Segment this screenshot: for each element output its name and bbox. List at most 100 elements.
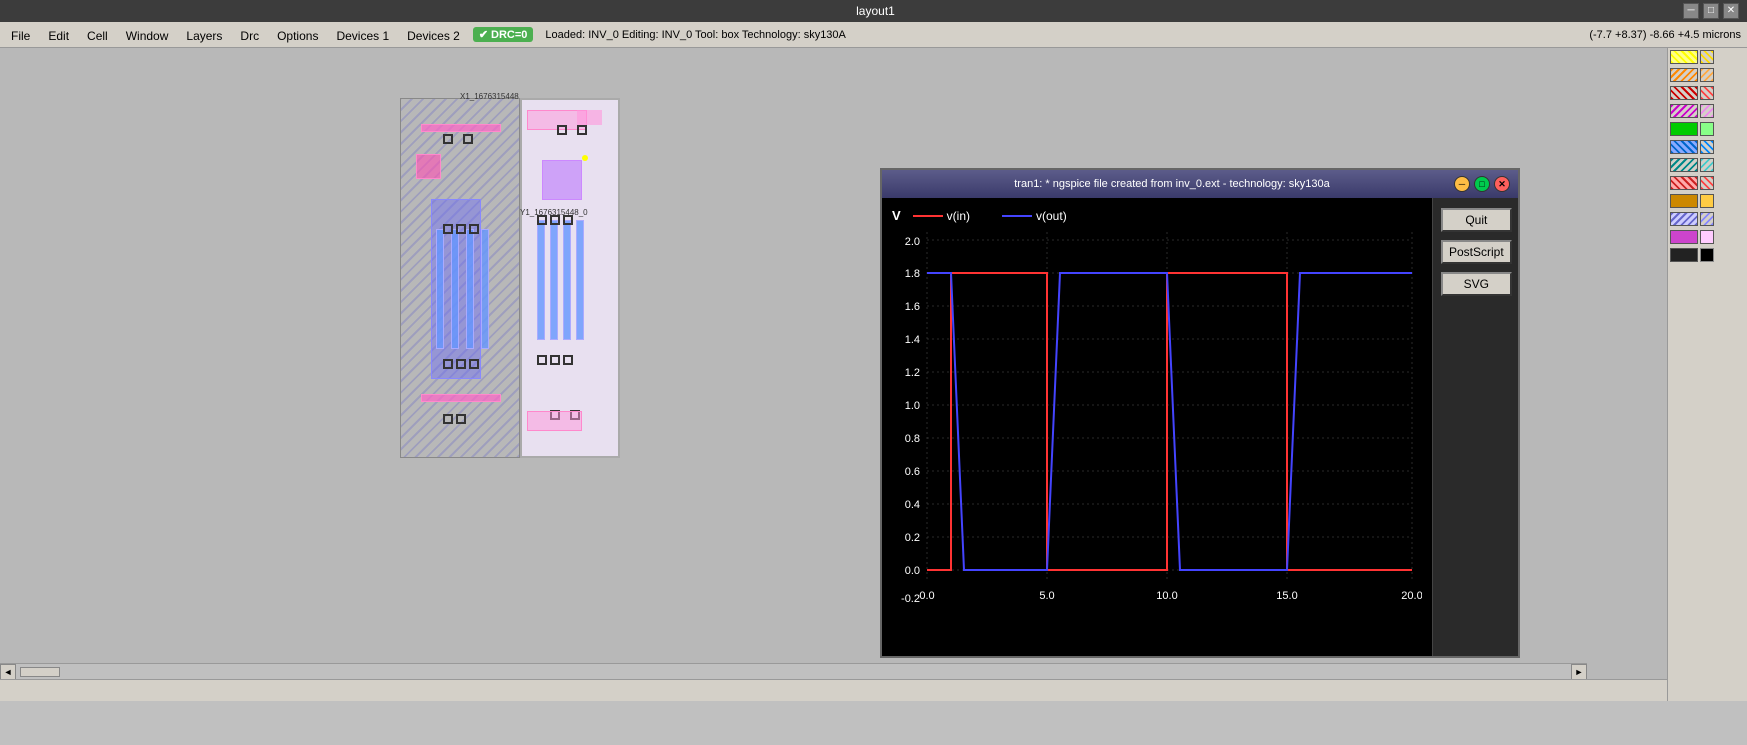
layer-swatch-11b[interactable] (1700, 230, 1714, 244)
plot-titlebar: tran1: * ngspice file created from inv_0… (882, 170, 1518, 198)
svg-button[interactable]: SVG (1441, 272, 1512, 296)
svg-text:1.4: 1.4 (905, 334, 920, 346)
window-controls: ─ □ ✕ (1683, 3, 1739, 19)
postscript-button[interactable]: PostScript (1441, 240, 1512, 264)
layer-row-1 (1670, 49, 1745, 65)
menu-options[interactable]: Options (268, 24, 327, 46)
svg-text:time: time (1112, 606, 1133, 607)
layer-swatch-7a[interactable] (1670, 158, 1698, 172)
layer-row-6 (1670, 139, 1745, 155)
svg-text:0.0: 0.0 (905, 565, 920, 577)
layer-swatch-9b[interactable] (1700, 194, 1714, 208)
plot-maximize-button[interactable]: □ (1474, 176, 1490, 192)
layer-swatch-11a[interactable] (1670, 230, 1698, 244)
main-area: X1_1676315448 Y1_1676315448_0 ◄ ► tran1:… (0, 48, 1747, 701)
layout-canvas[interactable]: X1_1676315448 Y1_1676315448_0 ◄ ► tran1:… (0, 48, 1667, 701)
svg-text:0.6: 0.6 (905, 466, 920, 478)
layer-swatch-2b[interactable] (1700, 68, 1714, 82)
layer-swatch-8a[interactable] (1670, 176, 1698, 190)
svg-text:15.0: 15.0 (1276, 590, 1297, 602)
layer-swatch-2a[interactable] (1670, 68, 1698, 82)
svg-text:2.0: 2.0 (905, 236, 920, 248)
coord-label-2: Y1_1676315448_0 (520, 208, 588, 217)
svg-text:0.8: 0.8 (905, 433, 920, 445)
quit-button[interactable]: Quit (1441, 208, 1512, 232)
drc-check-icon: ✔ (479, 28, 488, 41)
coord-label-1: X1_1676315448 (460, 92, 519, 101)
layer-row-10 (1670, 211, 1745, 227)
layer-swatch-10a[interactable] (1670, 212, 1698, 226)
menu-file[interactable]: File (2, 24, 39, 46)
close-button[interactable]: ✕ (1723, 3, 1739, 19)
scroll-thumb[interactable] (20, 667, 60, 677)
waveform-graph: 2.0 1.8 1.6 1.4 1.2 1.0 0.8 0.6 0.4 0.2 … (892, 227, 1422, 607)
svg-text:1.0: 1.0 (905, 400, 920, 412)
layer-swatch-6a[interactable] (1670, 140, 1698, 154)
svg-text:ns: ns (1176, 606, 1188, 607)
title-bar: layout1 ─ □ ✕ (0, 0, 1747, 22)
menu-layers[interactable]: Layers (177, 24, 231, 46)
layer-row-2 (1670, 67, 1745, 83)
layer-swatch-5b[interactable] (1700, 122, 1714, 136)
layer-row-4 (1670, 103, 1745, 119)
layer-swatch-7b[interactable] (1700, 158, 1714, 172)
menu-cell[interactable]: Cell (78, 24, 117, 46)
layer-swatch-8b[interactable] (1700, 176, 1714, 190)
menu-bar: File Edit Cell Window Layers Drc Options… (0, 22, 1747, 48)
layer-swatch-3a[interactable] (1670, 86, 1698, 100)
layer-swatch-6b[interactable] (1700, 140, 1714, 154)
plot-window-controls: ─ □ ✕ (1454, 176, 1510, 192)
layer-swatch-3b[interactable] (1700, 86, 1714, 100)
layer-swatch-1b[interactable] (1700, 50, 1714, 64)
scroll-track[interactable] (18, 667, 1569, 677)
layer-row-3 (1670, 85, 1745, 101)
layer-swatch-4b[interactable] (1700, 104, 1714, 118)
chip-right-area (520, 98, 620, 458)
menu-devices2[interactable]: Devices 2 (398, 24, 469, 46)
plot-title: tran1: * ngspice file created from inv_0… (890, 178, 1454, 190)
right-panel (1667, 48, 1747, 701)
menu-edit[interactable]: Edit (39, 24, 78, 46)
layer-swatch-10b[interactable] (1700, 212, 1714, 226)
layer-swatch-1a[interactable] (1670, 50, 1698, 64)
svg-text:0.2: 0.2 (905, 532, 920, 544)
layer-swatch-5a[interactable] (1670, 122, 1698, 136)
plot-content: V v(in) v(out) (882, 198, 1518, 656)
chip-left-area (400, 98, 520, 458)
plot-window: tran1: * ngspice file created from inv_0… (880, 168, 1520, 658)
svg-text:1.8: 1.8 (905, 268, 920, 280)
layer-swatch-12a[interactable] (1670, 248, 1698, 262)
drc-badge[interactable]: ✔ DRC=0 (473, 27, 534, 42)
layer-row-5 (1670, 121, 1745, 137)
svg-text:20.0: 20.0 (1401, 590, 1422, 602)
svg-text:-0.2: -0.2 (901, 593, 920, 605)
layer-row-7 (1670, 157, 1745, 173)
coordinates-display: (-7.7 +8.37) -8.66 +4.5 microns (1589, 29, 1741, 41)
window-title: layout1 (68, 0, 1683, 22)
minimize-button[interactable]: ─ (1683, 3, 1699, 19)
scroll-left-arrow[interactable]: ◄ (0, 664, 16, 680)
plot-minimize-button[interactable]: ─ (1454, 176, 1470, 192)
layer-row-12 (1670, 247, 1745, 263)
plot-close-button[interactable]: ✕ (1494, 176, 1510, 192)
horizontal-scrollbar[interactable]: ◄ ► (0, 663, 1587, 679)
layer-swatch-4a[interactable] (1670, 104, 1698, 118)
layer-swatch-12b[interactable] (1700, 248, 1714, 262)
svg-text:5.0: 5.0 (1039, 590, 1054, 602)
y-axis-label: V (892, 208, 901, 223)
svg-text:10.0: 10.0 (1156, 590, 1177, 602)
v-in-label: v(in) (947, 209, 970, 223)
layer-swatch-9a[interactable] (1670, 194, 1698, 208)
chip-container: X1_1676315448 Y1_1676315448_0 (400, 98, 620, 458)
status-loaded: Loaded: INV_0 Editing: INV_0 Tool: box T… (545, 29, 845, 41)
menu-window[interactable]: Window (117, 24, 178, 46)
menu-devices1[interactable]: Devices 1 (327, 24, 398, 46)
menu-drc[interactable]: Drc (231, 24, 268, 46)
layer-row-8 (1670, 175, 1745, 191)
svg-text:1.2: 1.2 (905, 367, 920, 379)
maximize-button[interactable]: □ (1703, 3, 1719, 19)
plot-sidebar: Quit PostScript SVG (1432, 198, 1518, 656)
scroll-right-arrow[interactable]: ► (1571, 664, 1587, 680)
svg-text:0.4: 0.4 (905, 499, 920, 511)
plot-graph-area: V v(in) v(out) (882, 198, 1432, 656)
